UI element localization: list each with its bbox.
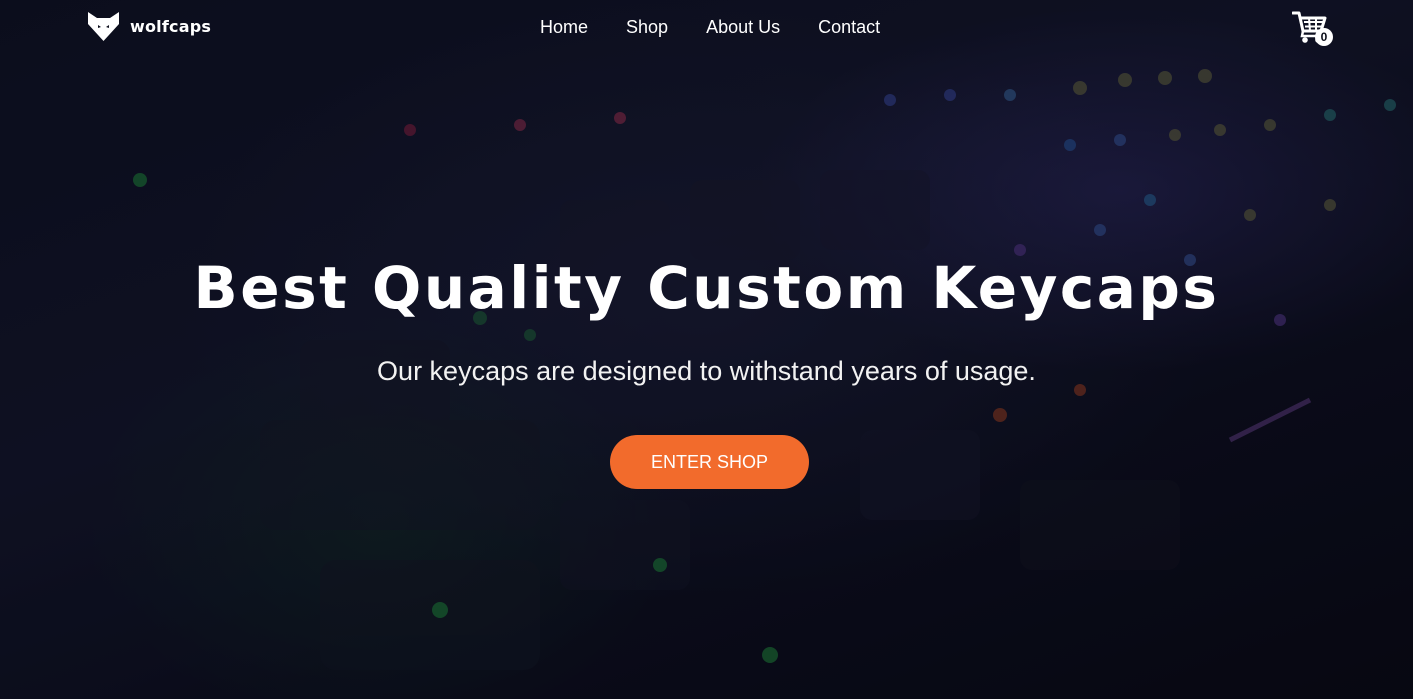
nav-item-contact: Contact [818,16,918,38]
nav-item-about-us: About Us [706,16,818,38]
nav-item-shop: Shop [626,16,706,38]
hero-dark-overlay [0,0,1413,699]
nav-link-contact[interactable]: Contact [818,16,880,38]
nav-item-home: Home [540,16,626,38]
cart-button[interactable]: 0 [1292,10,1334,48]
wolf-head-icon [88,12,119,41]
nav-link-about-us[interactable]: About Us [706,16,780,38]
hero-title: Best Quality Custom Keycaps [193,254,1220,322]
enter-shop-button[interactable]: ENTER SHOP [610,435,809,489]
nav-link-shop[interactable]: Shop [626,16,668,38]
main-nav: Home Shop About Us Contact [540,16,918,38]
cart-count-badge: 0 [1315,28,1333,46]
navbar: wolfcaps Home Shop About Us Contact 0 [0,0,1413,56]
brand-logo[interactable]: wolfcaps [86,10,211,42]
nav-link-home[interactable]: Home [540,16,588,38]
brand-name: wolfcaps [130,16,212,36]
hero-subtitle: Our keycaps are designed to withstand ye… [377,356,1036,386]
